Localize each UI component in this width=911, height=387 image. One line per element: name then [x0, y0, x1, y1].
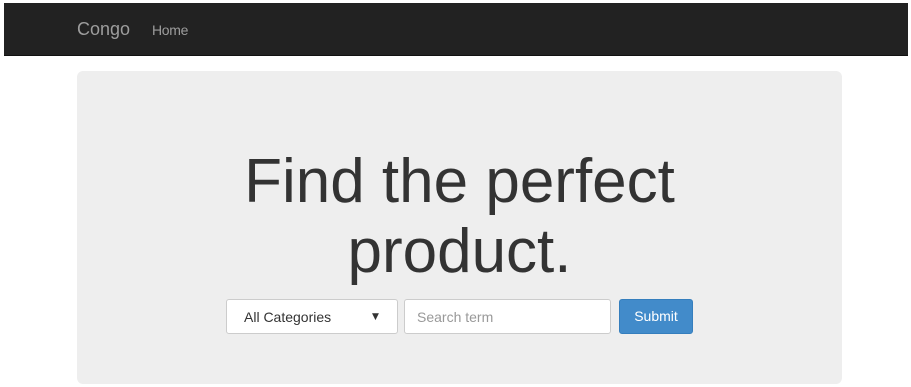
hero-headline: Find the perfect product.	[77, 147, 842, 287]
submit-button[interactable]: Submit	[619, 299, 693, 334]
top-navbar: Congo Home	[4, 3, 908, 56]
category-select-value: All Categories	[244, 309, 332, 325]
caret-down-icon: ▼	[372, 312, 379, 322]
hero-jumbotron: Find the perfect product. All Categories…	[77, 71, 842, 384]
nav-item-home[interactable]: Home	[152, 22, 188, 38]
hero-headline-line-2: product.	[347, 217, 572, 286]
category-select[interactable]: All Categories ▼	[226, 299, 398, 334]
search-term-input[interactable]	[404, 299, 611, 334]
hero-headline-line-1: Find the perfect	[244, 147, 675, 216]
brand-link[interactable]: Congo	[77, 19, 130, 39]
page: Congo Home Find the perfect product. All…	[0, 0, 911, 387]
